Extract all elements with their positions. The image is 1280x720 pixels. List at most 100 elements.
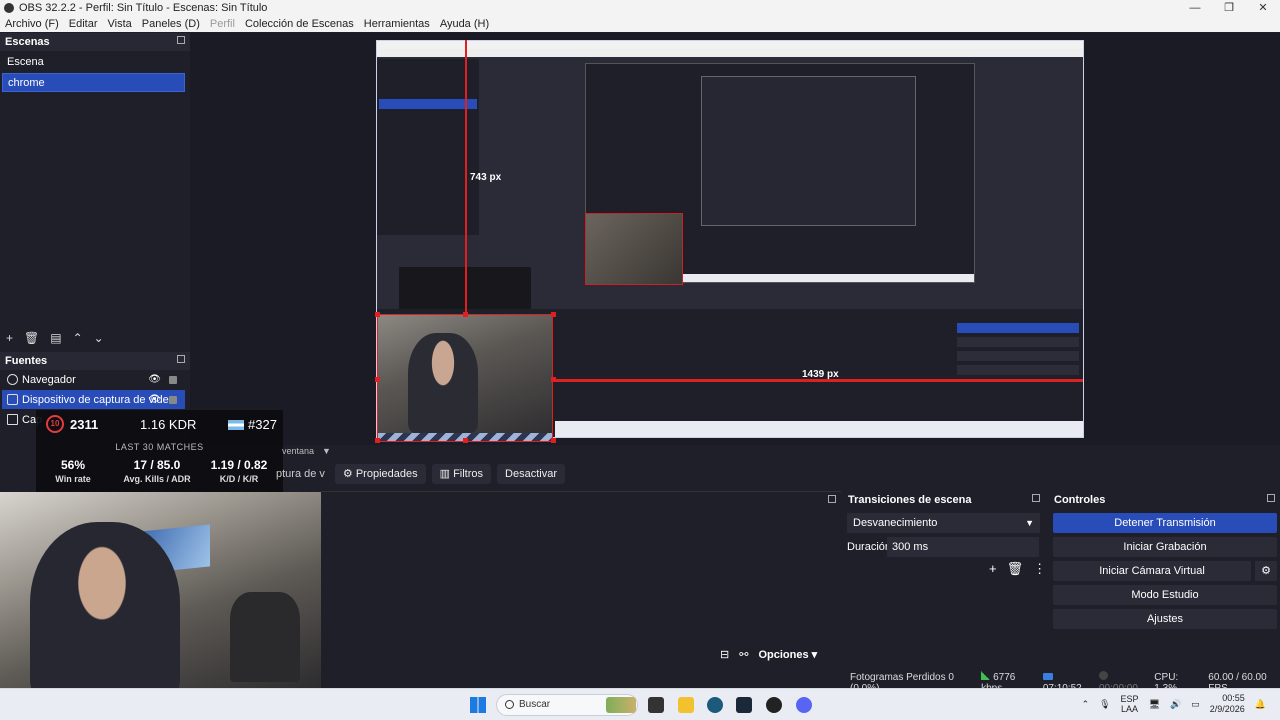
widgets-icon[interactable] xyxy=(606,697,636,713)
elo-value: 2311 xyxy=(70,417,99,432)
menu-herramientas[interactable]: Herramientas xyxy=(359,18,435,30)
scene-item-escena[interactable]: Escena xyxy=(2,53,185,72)
transition-selected: Desvanecimiento xyxy=(853,517,938,529)
transition-select[interactable]: Desvanecimiento ▼ xyxy=(847,513,1040,533)
options-label: Opciones xyxy=(758,649,809,661)
chevron-down-icon[interactable]: ▼ xyxy=(322,446,331,456)
clock-time: 00:55 xyxy=(1222,693,1245,703)
menu-perfil: Perfil xyxy=(209,18,235,30)
width-guide-label: 1439 px xyxy=(802,369,839,380)
undock-icon[interactable] xyxy=(177,355,185,363)
source-item-navegador[interactable]: Navegador 👁 xyxy=(2,370,185,389)
nested-title-bar xyxy=(377,41,1083,49)
maximize-button[interactable]: ❐ xyxy=(1212,0,1246,16)
menu-vista[interactable]: Vista xyxy=(103,18,137,30)
argentina-flag-icon xyxy=(228,420,244,430)
camera-icon xyxy=(7,394,18,405)
globe-icon xyxy=(7,374,18,385)
resize-handle-r[interactable] xyxy=(551,377,556,382)
undock-icon[interactable] xyxy=(177,36,185,44)
resize-handle-br[interactable] xyxy=(551,438,556,443)
task-view-icon[interactable] xyxy=(648,697,664,713)
eye-icon[interactable]: 👁 xyxy=(148,374,161,385)
minimize-button[interactable]: — xyxy=(1178,0,1212,16)
microphone-icon[interactable]: 🎙 xyxy=(1099,699,1110,710)
duration-input[interactable]: 300 ms xyxy=(887,537,1039,557)
undock-icon[interactable] xyxy=(1267,494,1275,502)
discord-icon[interactable] xyxy=(796,697,812,713)
menu-coleccion-escenas[interactable]: Colección de Escenas xyxy=(240,18,359,30)
undock-icon[interactable] xyxy=(1032,494,1040,502)
windows-start-icon[interactable] xyxy=(470,697,486,713)
browser-icon[interactable] xyxy=(707,697,723,713)
audio-header xyxy=(321,492,841,510)
network-icon[interactable]: 🖥 xyxy=(1149,699,1160,710)
stat-winrate: 56% Win rate xyxy=(48,458,98,484)
resize-handle-t[interactable] xyxy=(463,312,468,317)
transitions-header: Transiciones de escena xyxy=(843,491,1045,509)
lock-icon[interactable] xyxy=(169,376,177,384)
controls-title: Controles xyxy=(1054,494,1106,506)
guide-horizontal xyxy=(553,380,1083,382)
undock-icon[interactable] xyxy=(828,495,836,503)
source-item-captura-video[interactable]: Dispositivo de captura de video 👁 xyxy=(2,390,185,409)
add-scene-icon[interactable]: + xyxy=(6,331,13,345)
language-indicator[interactable]: ESP LAA xyxy=(1121,694,1139,714)
menu-editar[interactable]: Editar xyxy=(64,18,103,30)
eye-icon[interactable]: 👁 xyxy=(148,394,161,405)
deactivate-button[interactable]: Desactivar xyxy=(497,464,565,484)
transitions-dock: Transiciones de escena Desvanecimiento ▼… xyxy=(843,491,1046,687)
menu-ayuda[interactable]: Ayuda (H) xyxy=(435,18,494,30)
chevron-down-icon: ▼ xyxy=(1025,518,1034,528)
stat-label: Avg. Kills / ADR xyxy=(123,474,191,484)
stop-stream-button[interactable]: Detener Transmisión xyxy=(1053,513,1277,533)
gear-icon[interactable]: ⚙ xyxy=(1255,561,1277,581)
filter-icon[interactable]: ▤ xyxy=(50,331,61,345)
notification-icon[interactable]: 🔔 xyxy=(1255,699,1266,710)
add-transition-icon[interactable]: + xyxy=(989,561,997,577)
file-explorer-icon[interactable] xyxy=(678,697,694,713)
trash-icon[interactable]: 🗑 xyxy=(24,331,39,345)
options-button[interactable]: Opciones ▾ xyxy=(758,648,817,661)
obs-icon[interactable] xyxy=(766,697,782,713)
link-icon[interactable]: ⚯ xyxy=(739,648,748,661)
nested-control-button xyxy=(957,337,1079,347)
lock-icon[interactable] xyxy=(169,396,177,404)
steam-icon[interactable] xyxy=(736,697,752,713)
more-options-icon[interactable]: ⋮ xyxy=(1033,561,1046,577)
resize-handle-tr[interactable] xyxy=(551,312,556,317)
volume-icon[interactable]: 🔊 xyxy=(1170,699,1181,710)
menu-paneles[interactable]: Paneles (D) xyxy=(137,18,205,30)
trash-icon[interactable]: 🗑 xyxy=(1007,561,1024,577)
resize-handle-tl[interactable] xyxy=(375,312,380,317)
stat-value: 17 / 85.0 xyxy=(133,458,181,472)
source-label: Navegador xyxy=(22,373,76,386)
resize-handle-bl[interactable] xyxy=(375,438,380,443)
studio-mode-button[interactable]: Modo Estudio xyxy=(1053,585,1277,605)
move-down-icon[interactable]: ⌄ xyxy=(94,331,104,345)
scene-item-chrome[interactable]: chrome xyxy=(2,73,185,92)
chevron-up-icon[interactable]: ⌃ xyxy=(1082,699,1090,710)
transitions-title: Transiciones de escena xyxy=(848,494,972,506)
record-icon xyxy=(1099,671,1108,680)
layout-icon[interactable]: ⊟ xyxy=(720,648,729,661)
title-bar: OBS 32.2.2 - Perfil: Sin Título - Escena… xyxy=(0,0,1280,16)
level-badge: 10 xyxy=(46,415,64,433)
selected-webcam-source[interactable] xyxy=(377,314,553,442)
clock[interactable]: 00:55 2/9/2026 xyxy=(1210,693,1245,715)
height-guide-label: 743 px xyxy=(470,172,502,183)
battery-icon[interactable]: ▭ xyxy=(1191,699,1200,710)
last-matches-label: LAST 30 MATCHES xyxy=(115,442,204,452)
move-up-icon[interactable]: ⌃ xyxy=(73,331,83,345)
filters-button[interactable]: ▥ Filtros xyxy=(431,464,492,484)
menu-archivo[interactable]: Archivo (F) xyxy=(0,18,64,30)
resize-handle-b[interactable] xyxy=(463,438,468,443)
resize-handle-l[interactable] xyxy=(375,377,380,382)
properties-button[interactable]: ⚙ Propiedades xyxy=(334,464,426,484)
lang-bottom: LAA xyxy=(1121,704,1139,714)
close-button[interactable]: ✕ xyxy=(1246,0,1280,16)
start-recording-button[interactable]: Iniciar Grabación xyxy=(1053,537,1277,557)
start-virtual-camera-button[interactable]: Iniciar Cámara Virtual xyxy=(1053,561,1251,581)
settings-button[interactable]: Ajustes xyxy=(1053,609,1277,629)
menu-bar: Archivo (F) Editar Vista Paneles (D) Per… xyxy=(0,16,1280,32)
